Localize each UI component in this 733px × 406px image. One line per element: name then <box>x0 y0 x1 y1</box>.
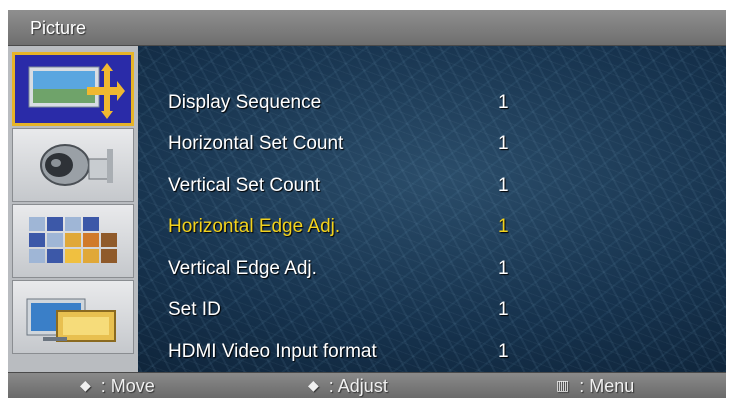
menu-button-icon: ▥ <box>556 377 570 393</box>
menu-item-value: 1 <box>498 175 509 196</box>
menu-item-label: Horizontal Edge Adj. <box>168 216 341 237</box>
move-hint-label: : Move <box>100 376 155 396</box>
menu-hint-label: : Menu <box>579 376 635 396</box>
key-hint-bar: ◆ : Move ◆ : Adjust ▥ : Menu <box>8 372 726 398</box>
sidebar-item-sound[interactable] <box>12 128 134 202</box>
menu-item-label: Horizontal Set Count <box>168 133 344 154</box>
menu-item-set-id[interactable]: Set ID 1 <box>168 295 528 325</box>
menu-item-label: Vertical Set Count <box>168 175 321 196</box>
speaker-sound-icon <box>40 144 113 186</box>
menu-item-label: Display Sequence <box>168 92 322 113</box>
menu-title: Picture <box>30 18 87 38</box>
title-bar: Picture <box>8 10 726 46</box>
menu-item-horizontal-edge-adj[interactable]: Horizontal Edge Adj. 1 <box>168 212 528 242</box>
channel-grid-icon <box>29 217 117 263</box>
sidebar-item-setup[interactable] <box>12 280 134 354</box>
menu-item-value: 1 <box>498 299 509 320</box>
osd-window: Picture Display Sequence 1 Horizontal Se… <box>8 10 726 398</box>
menu-hint: ▥ : Menu <box>556 376 634 397</box>
up-down-arrow-icon: ◆ <box>80 377 91 393</box>
menu-item-hdmi-video-input-format[interactable]: HDMI Video Input format 1 <box>168 337 528 367</box>
left-right-arrow-icon: ◆ <box>308 377 319 393</box>
menu-item-value: 1 <box>498 258 509 279</box>
category-sidebar <box>8 46 138 372</box>
menu-item-value: 1 <box>498 133 509 154</box>
menu-item-label: Vertical Edge Adj. <box>168 258 317 279</box>
menu-item-vertical-set-count[interactable]: Vertical Set Count 1 <box>168 171 528 201</box>
move-hint: ◆ : Move <box>80 376 155 397</box>
menu-item-value: 1 <box>498 341 509 362</box>
menu-item-value: 1 <box>498 92 509 113</box>
adjust-hint: ◆ : Adjust <box>308 376 388 397</box>
sidebar-item-channel[interactable] <box>12 204 134 278</box>
menu-panel: Display Sequence 1 Horizontal Set Count … <box>8 46 726 372</box>
menu-item-value: 1 <box>498 216 509 237</box>
menu-item-label: Set ID <box>168 299 221 320</box>
menu-item-label: HDMI Video Input format <box>168 341 377 362</box>
sidebar-item-picture[interactable] <box>12 52 134 126</box>
adjust-hint-label: : Adjust <box>328 376 388 396</box>
setup-monitor-icon <box>26 298 116 342</box>
menu-item-display-sequence[interactable]: Display Sequence 1 <box>168 88 528 118</box>
menu-item-vertical-edge-adj[interactable]: Vertical Edge Adj. 1 <box>168 254 528 284</box>
picture-resize-icon <box>28 63 125 119</box>
menu-item-horizontal-set-count[interactable]: Horizontal Set Count 1 <box>168 129 528 159</box>
